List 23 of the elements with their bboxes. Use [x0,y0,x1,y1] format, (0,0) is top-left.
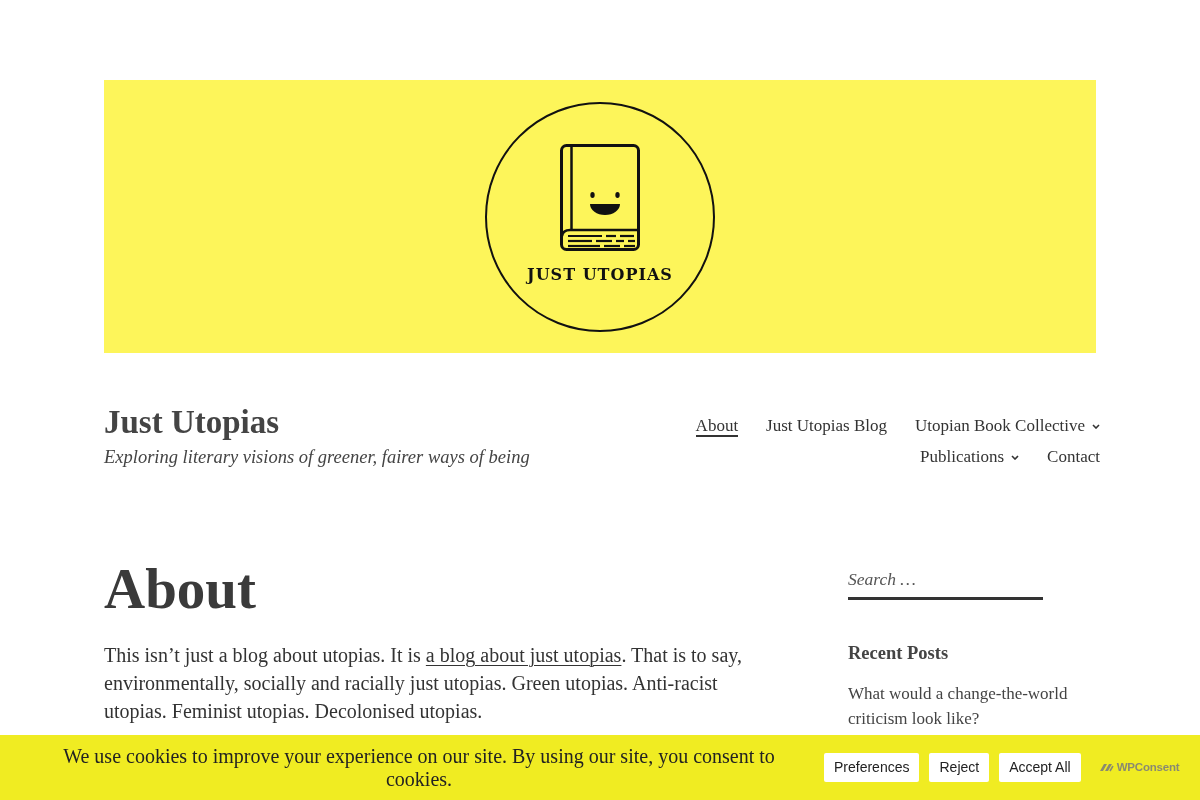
chevron-down-icon[interactable] [1011,455,1020,460]
branding-text: WPConsent [1116,759,1180,775]
book-icon [560,143,640,251]
nav-link[interactable]: Publications [920,446,1005,469]
cookie-button[interactable]: Preferences [824,753,920,782]
inline-link[interactable]: a blog about just utopias [425,643,622,666]
logo-text: JUST UTOPIAS [527,266,673,283]
site-title[interactable]: Just Utopias [104,403,530,443]
brand-mark-icon [1098,762,1114,773]
site-tagline: Exploring literary visions of greener, fairer ways of being [104,445,530,469]
nav-link[interactable]: About [695,415,739,438]
page-title: About [104,558,258,621]
cookie-button[interactable]: Reject [929,753,990,782]
recent-post-link[interactable]: What would a change-the-world criticism look like? [848,681,1096,732]
nav-link[interactable]: Just Utopias Blog [766,415,887,438]
chevron-down-icon[interactable] [1092,424,1100,429]
widget-title: Recent Posts [848,642,950,665]
search-field[interactable]: Search … [848,562,1043,601]
intro-paragraph: This isn’t just a blog about utopias. It is a blog about just utopias. That is to say, environmentally, socially and racially just utopias. Green utopias. Anti-racist utopias. Feminist utopias. Decolonised utopias. [104,642,743,725]
cookie-message: We use cookies to improve your experience on our site. By using our site, you consent to cookies. [62,744,776,791]
nav-link[interactable]: Utopian Book Collective [915,415,1085,438]
cookie-button[interactable]: Accept All [999,753,1081,782]
nav-link[interactable]: Contact [1047,446,1100,469]
